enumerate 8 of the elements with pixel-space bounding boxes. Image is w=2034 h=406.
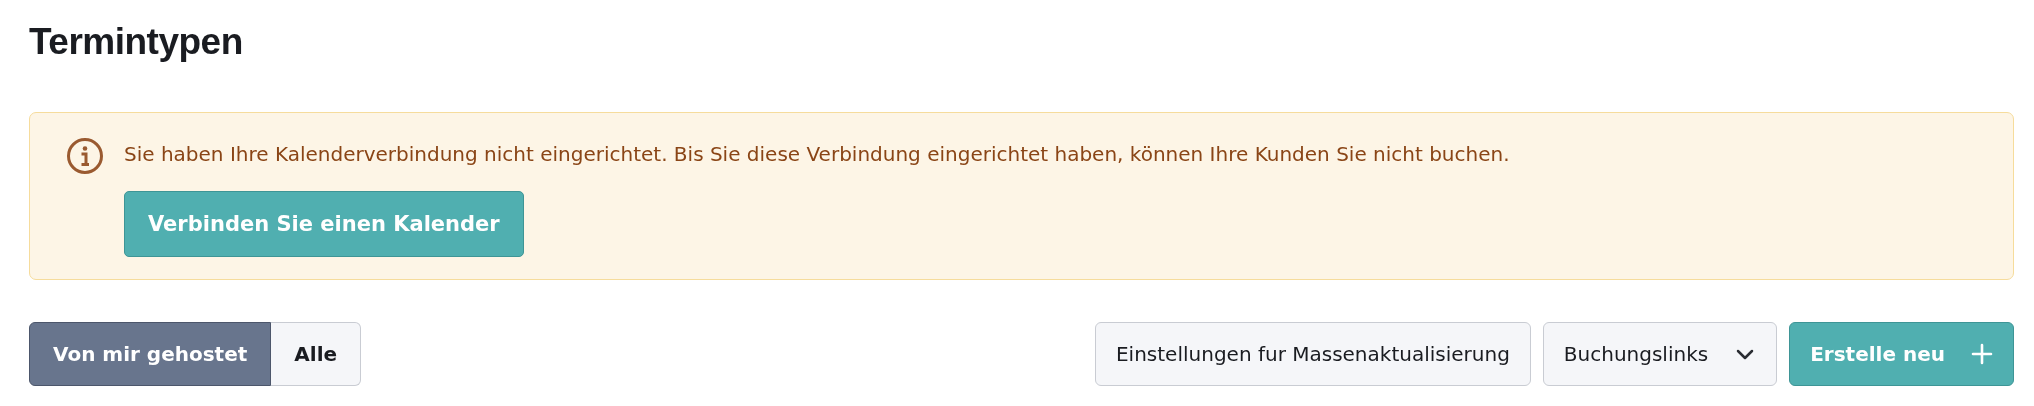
info-icon [66, 137, 104, 175]
page-title: Termintypen [29, 20, 244, 64]
dropdown-button[interactable]: Buchungslinks [1542, 322, 1778, 386]
plus-icon [1971, 343, 1993, 365]
warning-message: Sie haben Ihre Kalenderverbindung nicht eingerichtet. Bis Sie diese Verbindung eingerichtet haben, können Ihre Kunden Sie nicht buchen. [124, 141, 1510, 168]
filter-tab[interactable]: Alle [271, 322, 362, 386]
filter-tab[interactable]: Von mir gehostet [29, 322, 272, 386]
settings-button[interactable]: Einstellungen fur Massenaktualisierung [1095, 322, 1531, 386]
